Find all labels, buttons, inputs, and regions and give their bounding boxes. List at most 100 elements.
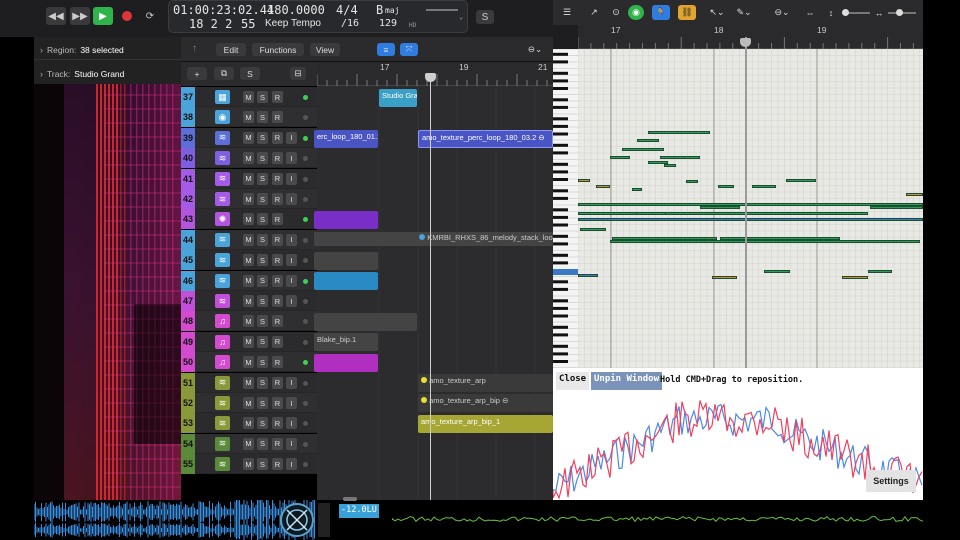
mute-button[interactable]: M [243, 111, 254, 124]
input-monitor-button[interactable]: I [286, 152, 297, 165]
horizontal-zoom-icon[interactable]: ↔ [873, 5, 885, 20]
input-monitor-button[interactable]: I [286, 295, 297, 307]
mute-button[interactable]: M [243, 213, 254, 226]
automation-icon[interactable]: ↗ [587, 5, 601, 20]
input-monitor-button[interactable]: I [286, 254, 297, 267]
horizontal-zoom-slider[interactable] [888, 9, 916, 16]
record-enable-button[interactable]: R [272, 213, 283, 226]
track-s-button[interactable]: S [240, 67, 260, 80]
solo-button[interactable]: S [257, 193, 268, 205]
snap-menu-icon[interactable]: ⊖⌄ [772, 5, 792, 20]
record-enable-button[interactable]: R [272, 274, 283, 287]
midi-note[interactable] [664, 164, 676, 167]
track-row[interactable]: 50 ♫ M S R [181, 352, 317, 373]
region-purple[interactable] [314, 211, 378, 229]
forward-button[interactable]: ▶▶ [70, 7, 90, 25]
midi-note[interactable] [842, 276, 868, 279]
piano-keyboard[interactable] [553, 49, 578, 368]
input-monitor-button[interactable]: I [286, 458, 297, 471]
link-button[interactable]: ⛓ [678, 5, 696, 20]
region-texture-arp[interactable]: amo_texture_arp [418, 374, 553, 392]
record-enable-button[interactable]: R [272, 417, 283, 430]
vertical-zoom-slider[interactable] [842, 9, 870, 16]
midi-out-icon[interactable]: ◉ [628, 5, 644, 20]
midi-note[interactable] [752, 185, 776, 188]
record-enable-button[interactable]: R [272, 111, 283, 124]
mute-button[interactable]: M [243, 356, 254, 369]
record-enable-button[interactable]: R [272, 254, 283, 267]
record-button[interactable] [117, 7, 137, 25]
track-row[interactable]: 52 ≋ M S R I [181, 393, 317, 413]
midi-note[interactable] [578, 218, 923, 221]
midi-note[interactable] [578, 274, 598, 277]
record-enable-button[interactable]: R [272, 458, 283, 471]
analyzer-settings-button[interactable]: Settings [866, 470, 916, 492]
region-texture-arp-bip[interactable]: amo_texture_arp_bip ⊖ [418, 394, 553, 412]
track-row[interactable]: 40 ≋ M S R I [181, 148, 317, 169]
record-enable-button[interactable]: R [272, 152, 283, 165]
solo-button[interactable]: S [257, 295, 268, 307]
record-enable-button[interactable]: R [272, 356, 283, 369]
mute-button[interactable]: M [243, 274, 254, 287]
input-monitor-button[interactable]: I [286, 397, 297, 409]
mute-button[interactable]: M [243, 437, 254, 450]
input-monitor-button[interactable]: I [286, 131, 297, 144]
track-row[interactable]: 44 ≋ M S R I [181, 229, 317, 250]
pencil-tool-icon[interactable]: ✎⌄ [733, 5, 755, 20]
pr-playhead[interactable] [745, 37, 747, 368]
mute-button[interactable]: M [243, 376, 254, 389]
solo-button[interactable]: S [257, 131, 268, 144]
solo-button[interactable]: S [257, 152, 268, 165]
midi-note[interactable] [870, 206, 923, 209]
record-enable-button[interactable]: R [272, 295, 283, 307]
inspector-track-row[interactable]: › Track: Studio Grand [34, 64, 181, 84]
region-melody-stack[interactable]: KMRBI_RHXS_86_melody_stack_loop [314, 232, 553, 246]
duplicate-track-button[interactable]: ⧉ [214, 67, 234, 80]
midi-note[interactable] [632, 188, 642, 191]
play-button[interactable]: ▶ [93, 7, 113, 25]
record-enable-button[interactable]: R [272, 131, 283, 144]
track-row[interactable]: 53 ≋ M S R I [181, 413, 317, 434]
midi-note[interactable] [764, 270, 790, 273]
flex-button[interactable]: ⤧ [400, 43, 418, 56]
inspector-region-row[interactable]: › Region: 38 selected [34, 40, 181, 60]
input-monitor-button[interactable]: I [286, 417, 297, 430]
mute-button[interactable]: M [243, 295, 254, 307]
midi-note[interactable] [610, 156, 630, 159]
solo-button[interactable]: S [257, 458, 268, 471]
midi-note[interactable] [660, 156, 700, 159]
midi-note[interactable] [610, 240, 920, 243]
input-monitor-button[interactable]: I [286, 376, 297, 389]
record-enable-button[interactable]: R [272, 397, 283, 409]
midi-note[interactable] [578, 179, 590, 182]
record-enable-button[interactable]: R [272, 91, 283, 103]
midi-note[interactable] [712, 276, 737, 279]
mute-button[interactable]: M [243, 458, 254, 471]
mute-button[interactable]: M [243, 193, 254, 205]
playhead[interactable] [430, 74, 431, 500]
cycle-button[interactable]: ⟳ [140, 7, 160, 25]
track-row[interactable]: 43 ✺ M S R [181, 209, 317, 230]
solo-button[interactable]: S [257, 417, 268, 430]
track-row[interactable]: 51 ≋ M S R I [181, 372, 317, 393]
track-row[interactable]: 39 ≋ M S R I [181, 127, 317, 148]
input-monitor-button[interactable]: I [286, 437, 297, 450]
track-row[interactable]: 42 ≋ M S R I [181, 189, 317, 209]
analyzer-close-button[interactable]: Close [556, 372, 590, 390]
lcd-menu-chevron-icon[interactable]: ⌄ [459, 13, 463, 21]
record-enable-button[interactable]: R [272, 315, 283, 328]
solo-button[interactable]: S [257, 111, 268, 124]
solo-button[interactable]: S [257, 335, 268, 348]
catch-playhead-button[interactable]: 🏃 [652, 5, 670, 20]
edit-menu[interactable]: Edit [216, 43, 246, 56]
solo-button[interactable]: S [257, 274, 268, 287]
catch-button[interactable]: ≡ [377, 43, 395, 56]
piano-roll-menu-icon[interactable]: ☰ [560, 5, 574, 20]
midi-note[interactable] [637, 139, 659, 142]
pointer-tool-icon[interactable]: ↖⌄ [706, 5, 728, 20]
region-audio-46[interactable] [314, 272, 378, 290]
record-enable-button[interactable]: R [272, 233, 283, 246]
region-texture-arp-bip-1[interactable]: amo_texture_arp_bip_1 [418, 415, 553, 433]
solo-button[interactable]: S [257, 91, 268, 103]
view-menu[interactable]: View [310, 43, 340, 56]
